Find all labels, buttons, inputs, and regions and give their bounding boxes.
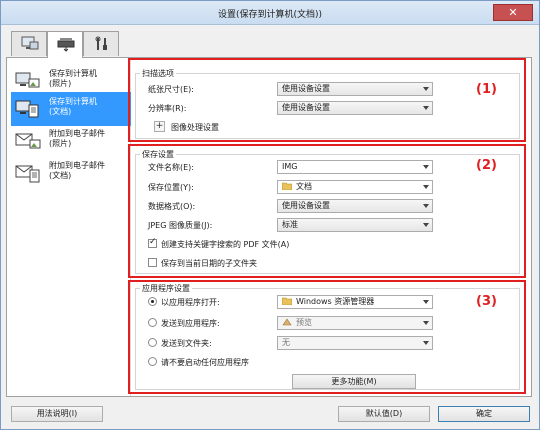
open-with-app-value: Windows 资源管理器 (296, 297, 375, 306)
send-to-folder-value: 无 (282, 338, 290, 347)
save-in-value: 文档 (296, 182, 312, 191)
data-format-label: 数据格式(O): (148, 202, 196, 211)
save-to-computer-document-icon (15, 100, 39, 118)
sidebar-item-attach-email-photo[interactable]: 附加到电子邮件 (照片) (11, 124, 131, 158)
chevron-down-icon (423, 106, 429, 110)
sidebar-item-label: 附加到电子邮件 (照片) (49, 129, 105, 148)
chevron-down-icon (423, 341, 429, 345)
jpeg-quality-value: 标准 (282, 220, 298, 229)
application-settings-title: 应用程序设置 (140, 283, 192, 294)
tab-scan-from-computer[interactable] (11, 31, 47, 56)
close-button[interactable]: ✕ (493, 4, 533, 21)
open-with-app-radio[interactable] (148, 297, 157, 306)
expand-image-processing-button[interactable]: + (154, 121, 165, 132)
searchable-pdf-label: 创建支持关键字搜索的 PDF 文件(A) (161, 240, 290, 249)
sidebar-item-label: 附加到电子邮件 (文档) (49, 161, 105, 180)
callout-number-1: (1) (476, 82, 497, 97)
chevron-down-icon (423, 87, 429, 91)
tab-general-settings[interactable] (83, 31, 119, 56)
ok-button[interactable]: 确定 (438, 406, 530, 422)
folder-icon (282, 182, 292, 190)
callout-number-2: (2) (476, 158, 497, 173)
image-processing-label: 图像处理设置 (171, 123, 219, 132)
sidebar-item-attach-email-document[interactable]: 附加到电子邮件 (文档) (11, 156, 131, 190)
chevron-down-icon (423, 204, 429, 208)
title-bar: 设置(保存到计算机(文档)) ✕ (1, 1, 539, 25)
sidebar-item-label: 保存到计算机 (照片) (49, 69, 97, 88)
send-to-folder-label: 发送到文件夹: (161, 339, 212, 348)
settings-content: 保存到计算机 (照片) 保存到计算机 (文档) 附加到电子邮件 (照片) 附加到… (6, 57, 532, 397)
scanner-operation-panel-tab-icon (57, 38, 75, 52)
chevron-down-icon (423, 321, 429, 325)
settings-dialog: 设置(保存到计算机(文档)) ✕ 保存到计算机 (照片) 保存到计算机 (文档)… (0, 0, 540, 430)
data-format-value: 使用设备设置 (282, 201, 330, 210)
jpeg-quality-label: JPEG 图像质量(J): (148, 221, 213, 230)
send-to-app-radio[interactable] (148, 318, 157, 327)
defaults-button[interactable]: 默认值(D) (338, 406, 430, 422)
data-format-dropdown[interactable]: 使用设备设置 (277, 199, 433, 213)
chevron-down-icon (423, 300, 429, 304)
save-in-label: 保存位置(Y): (148, 183, 194, 192)
paper-size-value: 使用设备设置 (282, 84, 330, 93)
paper-size-dropdown[interactable]: 使用设备设置 (277, 82, 433, 96)
file-name-combo[interactable]: IMG (277, 160, 433, 174)
file-name-value: IMG (282, 162, 298, 171)
file-explorer-icon (282, 297, 292, 305)
send-to-app-dropdown[interactable]: 预览 (277, 316, 433, 330)
preview-app-icon (282, 318, 292, 326)
searchable-pdf-checkbox[interactable] (148, 237, 157, 248)
send-to-folder-radio[interactable] (148, 338, 157, 347)
chevron-down-icon (423, 223, 429, 227)
send-to-folder-dropdown[interactable]: 无 (277, 336, 433, 350)
send-to-app-value: 预览 (296, 318, 312, 327)
sidebar-item-label: 保存到计算机 (文档) (49, 97, 97, 116)
instructions-button[interactable]: 用法说明(I) (11, 406, 103, 422)
tab-scanner-operation-panel[interactable] (47, 31, 83, 58)
sidebar-item-save-to-computer-document[interactable]: 保存到计算机 (文档) (11, 92, 131, 126)
save-settings-title: 保存设置 (140, 149, 176, 160)
no-app-radio[interactable] (148, 357, 157, 366)
paper-size-label: 纸张尺寸(E): (148, 85, 194, 94)
scan-options-title: 扫描选项 (140, 68, 176, 79)
attach-email-document-icon (15, 165, 40, 183)
more-functions-button[interactable]: 更多功能(M) (292, 374, 416, 389)
file-name-label: 文件名称(E): (148, 163, 194, 172)
save-to-computer-photo-icon (15, 72, 40, 88)
resolution-label: 分辨率(R): (148, 104, 187, 113)
window-title: 设置(保存到计算机(文档)) (217, 10, 323, 20)
chevron-down-icon (423, 165, 429, 169)
attach-email-photo-icon (15, 133, 41, 149)
scan-from-computer-tab-icon (21, 36, 39, 50)
date-subfolder-label: 保存到当前日期的子文件夹 (161, 259, 257, 268)
resolution-dropdown[interactable]: 使用设备设置 (277, 101, 433, 115)
callout-number-3: (3) (476, 294, 497, 309)
open-with-app-label: 以应用程序打开: (161, 298, 220, 307)
sidebar: 保存到计算机 (照片) 保存到计算机 (文档) 附加到电子邮件 (照片) 附加到… (7, 58, 131, 396)
save-in-dropdown[interactable]: 文档 (277, 180, 433, 194)
open-with-app-dropdown[interactable]: Windows 资源管理器 (277, 295, 433, 309)
jpeg-quality-dropdown[interactable]: 标准 (277, 218, 433, 232)
date-subfolder-checkbox[interactable] (148, 258, 157, 267)
resolution-value: 使用设备设置 (282, 103, 330, 112)
general-settings-tab-icon (95, 36, 107, 50)
no-app-label: 请不要启动任何应用程序 (161, 358, 249, 367)
chevron-down-icon (423, 185, 429, 189)
send-to-app-label: 发送到应用程序: (161, 319, 220, 328)
